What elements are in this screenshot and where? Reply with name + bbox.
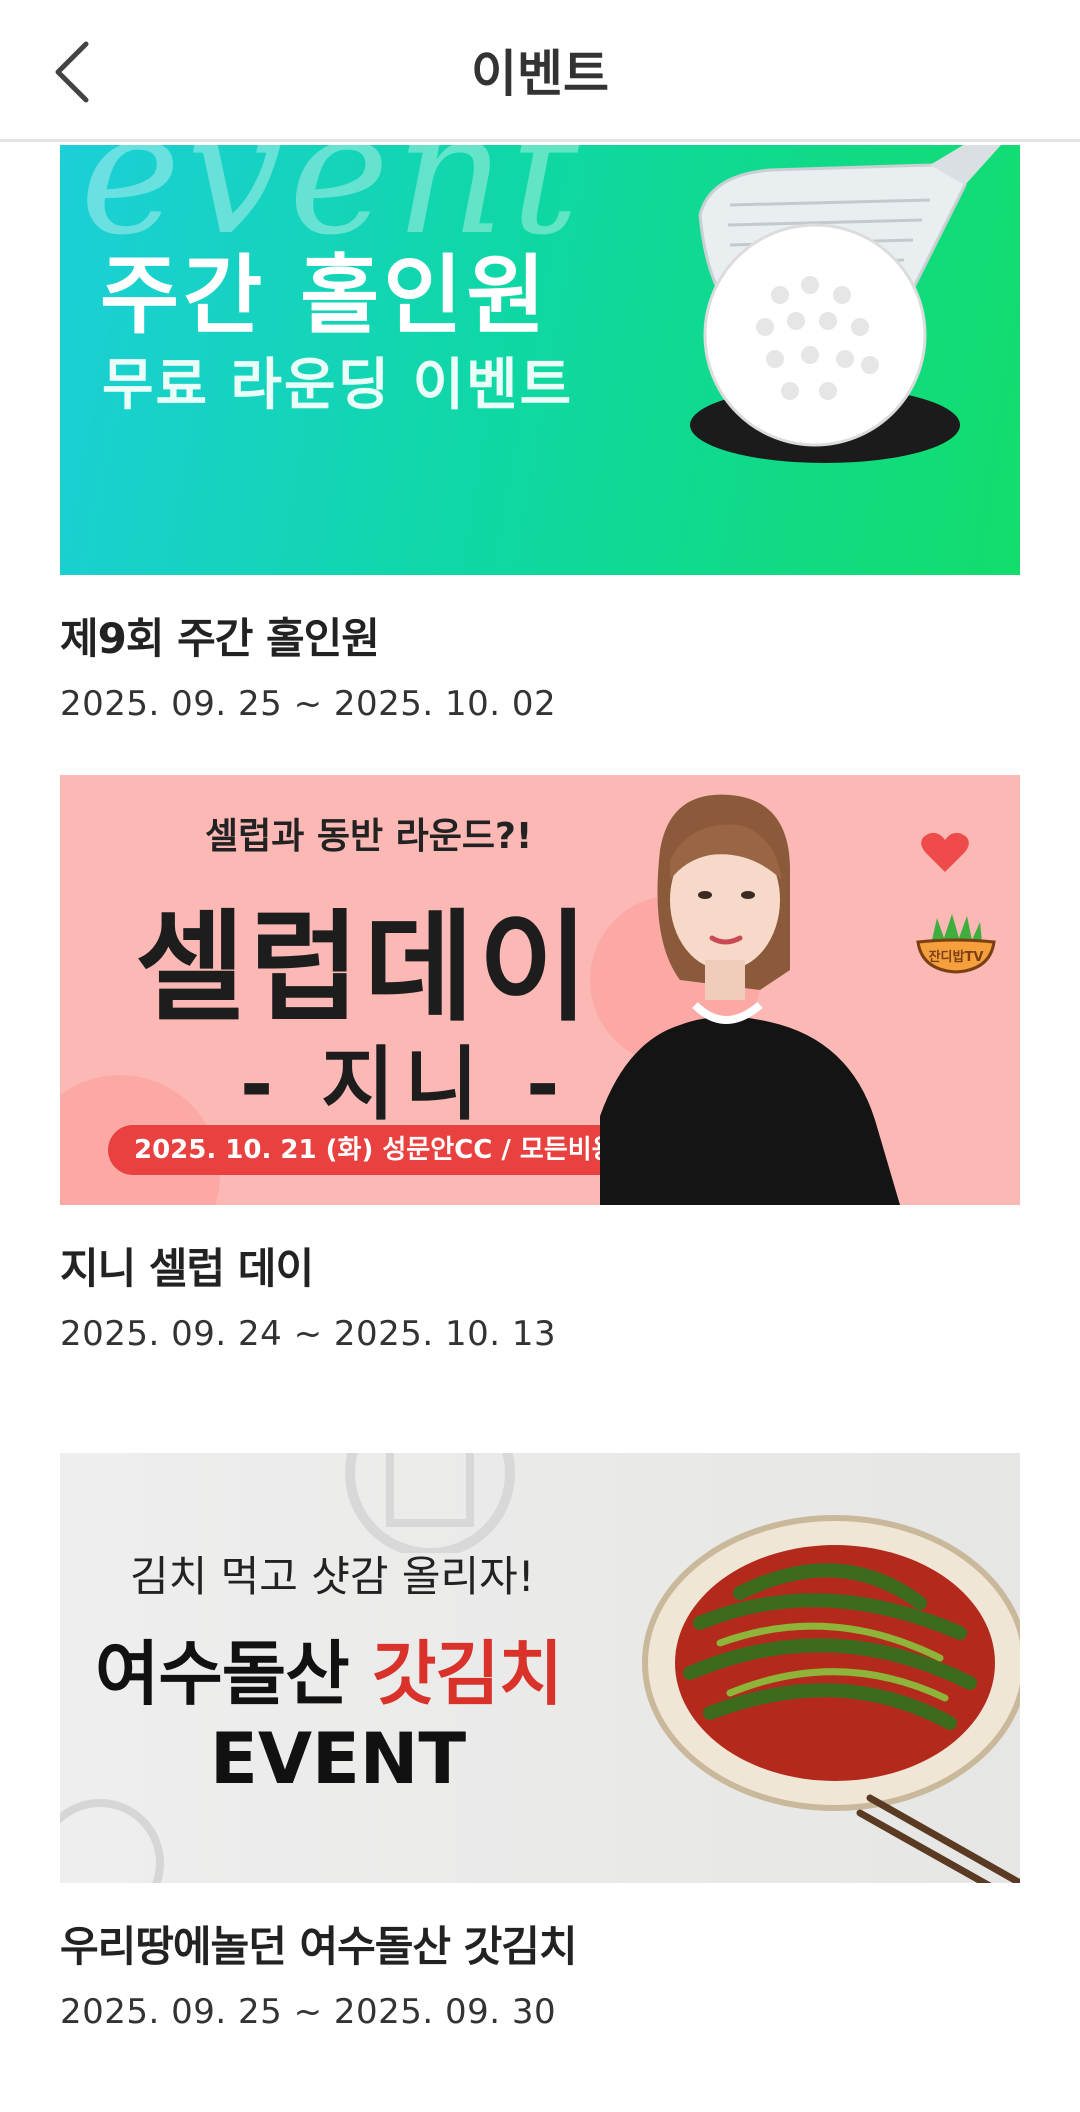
event-date-range: 2025. 09. 24 ~ 2025. 10. 13 xyxy=(60,1314,557,1354)
event-banner-celeb-day[interactable]: 셀럽과 동반 라운드?! 셀럽데이 - 지니 - 2025. 10. 21 (화… xyxy=(60,775,1020,1205)
decorative-seal-pattern xyxy=(60,1799,164,1883)
banner-headline: 주간 홀인원 xyxy=(100,246,550,346)
golf-ball-and-club-image xyxy=(690,145,1001,463)
event-card[interactable]: 김치 먹고 샷감 올리자! 여수돌산 갓김치 EVENT 우리땅에놀던 여수돌산… xyxy=(60,1453,1020,2032)
top-app-bar: 이벤트 xyxy=(0,0,1080,142)
grass-bowl-icon xyxy=(916,914,996,974)
event-title[interactable]: 지니 셀럽 데이 xyxy=(60,1235,1020,1296)
channel-badge-label: 잔디밥TV xyxy=(928,950,984,965)
kimchi-dish-image xyxy=(642,1515,1020,1883)
event-title[interactable]: 우리땅에놀던 여수돌산 갓김치 xyxy=(60,1913,1020,1974)
event-date-range: 2025. 09. 25 ~ 2025. 09. 30 xyxy=(60,1992,557,2032)
channel-badge: 잔디밥TV xyxy=(912,910,1000,980)
banner-event-label: EVENT xyxy=(210,1718,467,1800)
decorative-seal-pattern xyxy=(345,1453,515,1553)
banner-celeb-name: - 지니 - xyxy=(240,1038,570,1131)
banner-subheadline: 셀럽과 동반 라운드?! xyxy=(205,816,533,857)
page-title: 이벤트 xyxy=(471,45,609,103)
heart-icon xyxy=(921,832,969,872)
banner-headline: 여수돌산 갓김치 xyxy=(95,1633,563,1715)
event-banner-gat-kimchi[interactable]: 김치 먹고 샷감 올리자! 여수돌산 갓김치 EVENT xyxy=(60,1453,1020,1883)
celebrity-photo xyxy=(600,794,900,1205)
banner-subheadline: 무료 라운딩 이벤트 xyxy=(102,353,574,418)
event-card[interactable]: 셀럽과 동반 라운드?! 셀럽데이 - 지니 - 2025. 10. 21 (화… xyxy=(60,775,1020,1354)
event-card[interactable]: event 주간 홀인원 무료 라운딩 이벤트 제9회 주간 홀인원 2025.… xyxy=(60,145,1020,724)
banner-subheadline: 김치 먹고 샷감 올리자! xyxy=(130,1552,535,1601)
event-banner-hole-in-one[interactable]: event 주간 홀인원 무료 라운딩 이벤트 xyxy=(60,145,1020,575)
banner-headline: 셀럽데이 xyxy=(135,899,593,1038)
event-title[interactable]: 제9회 주간 홀인원 xyxy=(60,605,1020,666)
event-date-range: 2025. 09. 25 ~ 2025. 10. 02 xyxy=(60,684,557,724)
